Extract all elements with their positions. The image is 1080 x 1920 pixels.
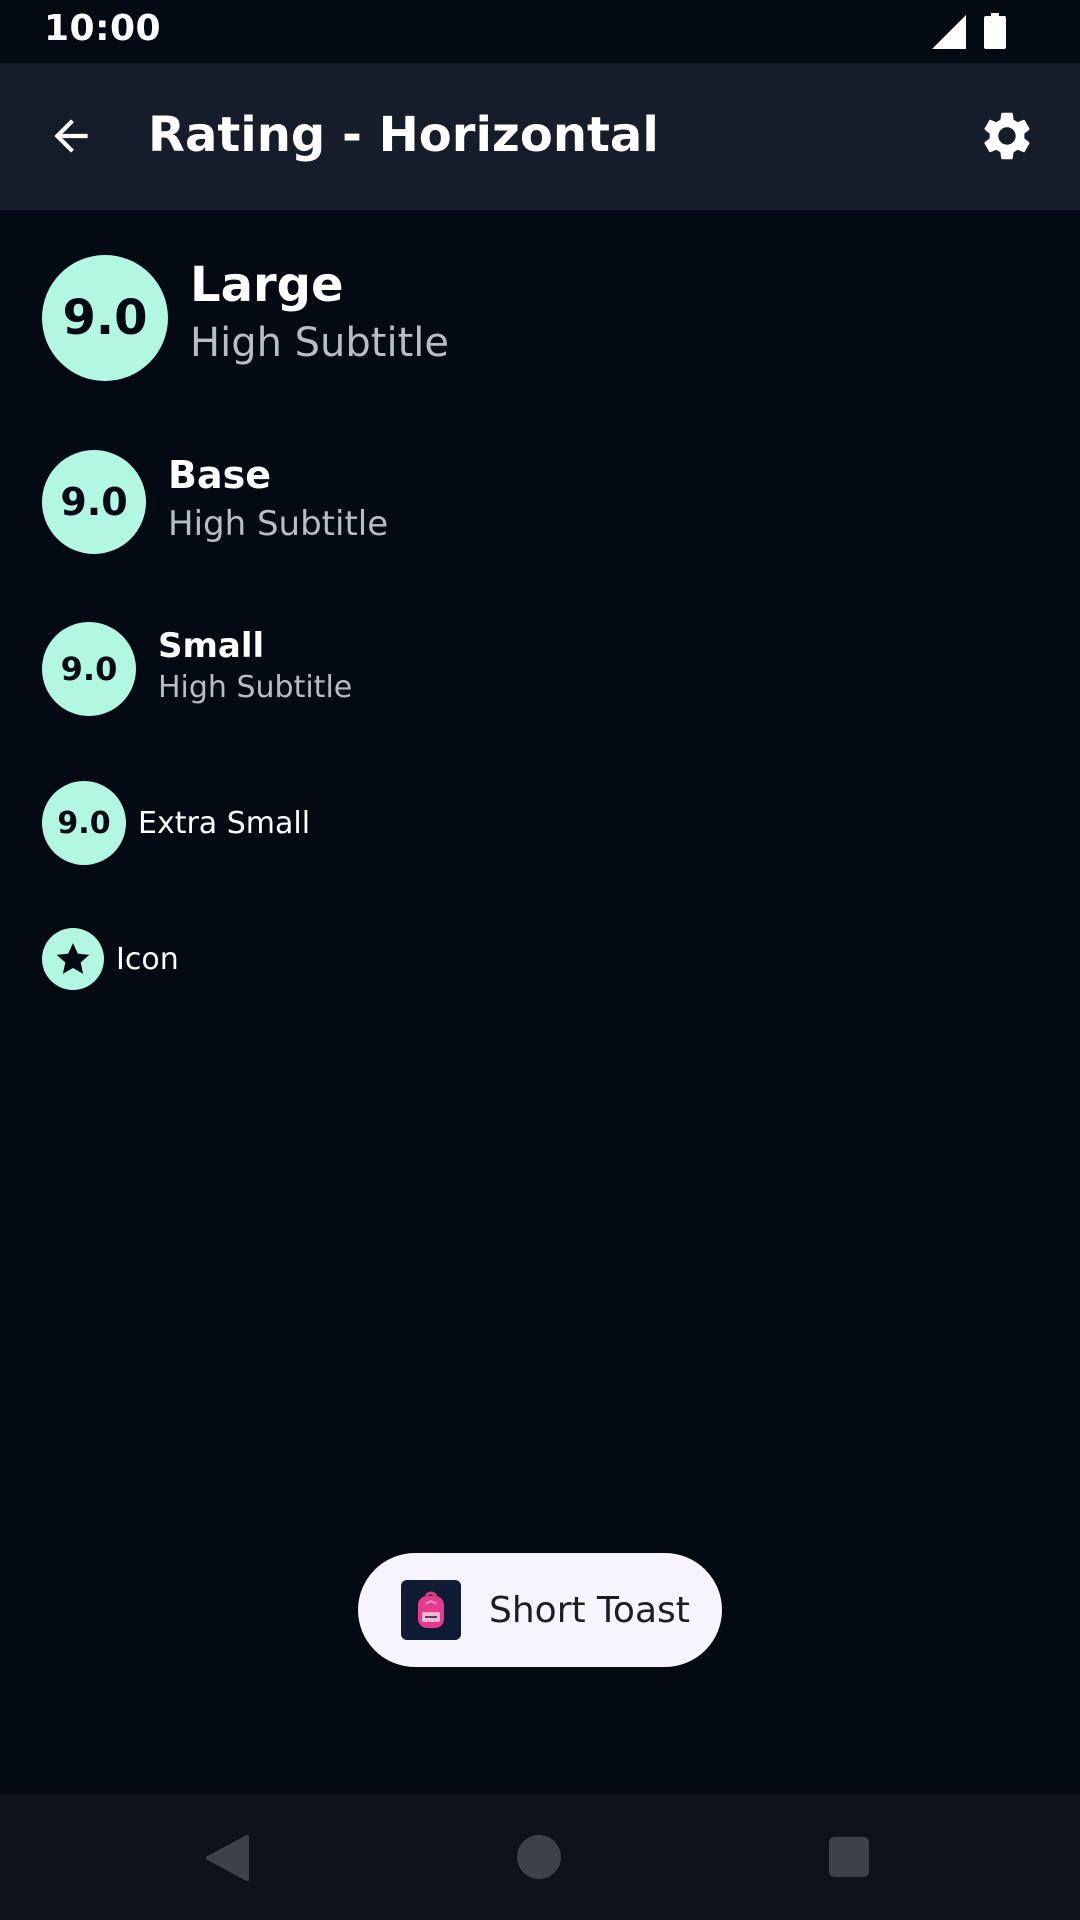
- rating-title-icon: Icon: [116, 941, 179, 977]
- rating-subtitle-small: High Subtitle: [158, 670, 353, 705]
- nav-home-icon[interactable]: [516, 1834, 562, 1880]
- nav-recents-icon[interactable]: [828, 1836, 870, 1878]
- screen: 10:00 Rating - Horizontal 9.0 Large High…: [0, 0, 1080, 1920]
- settings-gear-icon[interactable]: [978, 107, 1036, 165]
- rating-title-base: Base: [168, 453, 271, 497]
- app-bar: Rating - Horizontal: [0, 63, 1080, 210]
- signal-icon: [932, 15, 966, 49]
- rating-text-small: Small High Subtitle: [158, 625, 352, 709]
- status-bar: 10:00: [0, 0, 1080, 63]
- rating-badge-small: 9.0: [42, 622, 136, 716]
- rating-badge-extra-small: 9.0: [42, 781, 126, 865]
- rating-text-base: Base High Subtitle: [168, 451, 388, 549]
- page-title: Rating - Horizontal: [148, 107, 659, 163]
- navigation-bar: [0, 1794, 1080, 1920]
- backpack-app-icon: [401, 1580, 461, 1640]
- toast: Short Toast: [358, 1553, 722, 1667]
- rating-title-extra-small: Extra Small: [138, 805, 311, 841]
- rating-large: 9.0 Large High Subtitle: [42, 255, 449, 381]
- rating-title-large: Large: [190, 257, 344, 313]
- status-time: 10:00: [44, 8, 162, 49]
- rating-subtitle-base: High Subtitle: [168, 504, 389, 544]
- rating-small: 9.0 Small High Subtitle: [42, 622, 352, 716]
- rating-extra-small: 9.0 Extra Small: [42, 781, 310, 865]
- toast-message: Short Toast: [489, 1589, 690, 1631]
- rating-badge-icon: [42, 928, 104, 990]
- rating-text-large: Large High Subtitle: [190, 255, 449, 371]
- rating-badge-base: 9.0: [42, 450, 146, 554]
- rating-subtitle-large: High Subtitle: [190, 320, 449, 366]
- rating-icon: Icon: [42, 928, 179, 990]
- rating-title-small: Small: [158, 626, 265, 666]
- battery-icon: [984, 13, 1006, 49]
- nav-back-icon[interactable]: [205, 1834, 249, 1882]
- rating-base: 9.0 Base High Subtitle: [42, 450, 388, 554]
- star-icon: [56, 943, 90, 974]
- back-arrow-icon[interactable]: [46, 111, 96, 161]
- rating-badge-large: 9.0: [42, 255, 168, 381]
